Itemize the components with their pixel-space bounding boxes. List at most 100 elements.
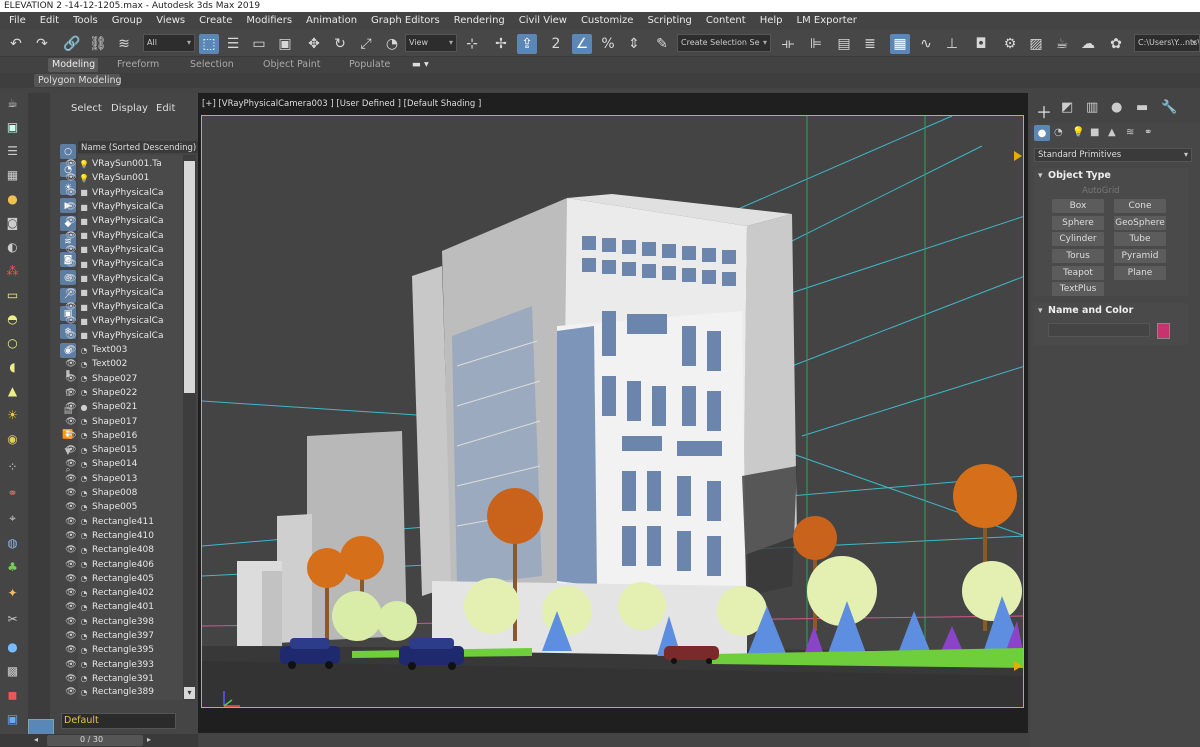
- menu-rendering[interactable]: Rendering: [447, 12, 512, 30]
- list-item[interactable]: 👁 ■ VRayPhysicalCa: [64, 257, 196, 271]
- time-prev-icon[interactable]: ◂: [34, 735, 38, 744]
- time-next-icon[interactable]: ▸: [147, 735, 151, 744]
- menu-lm-exporter[interactable]: LM Exporter: [790, 12, 864, 30]
- list-item[interactable]: 👁 ■ VRayPhysicalCa: [64, 214, 196, 228]
- textplus-button[interactable]: TextPlus: [1052, 282, 1104, 296]
- menu-create[interactable]: Create: [192, 12, 239, 30]
- list-item[interactable]: 👁 ■ VRayPhysicalCa: [64, 229, 196, 243]
- list-item[interactable]: 👁 ◔ Text003: [64, 343, 196, 357]
- menu-file[interactable]: File: [2, 12, 33, 30]
- explorer-column-header[interactable]: Name (Sorted Descending): [81, 143, 196, 153]
- display-icon[interactable]: ▣: [3, 709, 22, 728]
- list-item[interactable]: 👁 ◔ Rectangle401: [64, 600, 196, 614]
- edit-named-sel-icon[interactable]: ✎: [652, 34, 672, 54]
- systems-category-icon[interactable]: ⚭: [1144, 127, 1152, 138]
- menu-civil-view[interactable]: Civil View: [512, 12, 574, 30]
- move-icon[interactable]: ✥: [304, 34, 324, 54]
- list-item[interactable]: 👁 ◔ Rectangle402: [64, 586, 196, 600]
- keyboard-shortcut-icon[interactable]: ⇪: [517, 34, 537, 54]
- select-by-name-icon[interactable]: ☰: [223, 34, 243, 54]
- camera-icon[interactable]: ◙: [3, 213, 22, 232]
- lights-category-icon[interactable]: 💡: [1072, 127, 1084, 138]
- name-color-title[interactable]: Name and Color: [1048, 305, 1133, 316]
- tool-icon[interactable]: ✂: [3, 609, 22, 628]
- render-icon[interactable]: ☕: [1052, 34, 1072, 54]
- cylinder-button[interactable]: Cylinder: [1052, 232, 1104, 246]
- dots-icon[interactable]: ⁘: [3, 457, 22, 476]
- material-editor-icon[interactable]: ◘: [971, 34, 991, 54]
- utilities-tab-icon[interactable]: 🔧: [1161, 100, 1177, 115]
- list-item[interactable]: 👁 ◔ Rectangle410: [64, 529, 196, 543]
- cone-button[interactable]: Cone: [1114, 199, 1166, 213]
- list-item[interactable]: 👁 ◔ Rectangle389: [64, 686, 196, 698]
- object-type-title[interactable]: Object Type: [1048, 170, 1111, 181]
- layer-field[interactable]: Default: [64, 715, 99, 726]
- ribbon-toggle-icon[interactable]: ≣: [860, 34, 880, 54]
- menu-graph-editors[interactable]: Graph Editors: [364, 12, 447, 30]
- named-selection-dropdown[interactable]: Create Selection Se: [677, 34, 771, 52]
- list-item[interactable]: 👁 💡 VRaySun001: [64, 171, 196, 185]
- menu-tools[interactable]: Tools: [66, 12, 105, 30]
- list-item[interactable]: 👁 ■ VRayPhysicalCa: [64, 286, 196, 300]
- list-item[interactable]: 👁 💡 VRaySun001.Ta: [64, 157, 196, 171]
- percent-snap-icon[interactable]: %: [598, 34, 618, 54]
- render-iterative-icon[interactable]: ☁: [1078, 34, 1098, 54]
- hf-icon[interactable]: ✦: [3, 583, 22, 602]
- spacewarps-category-icon[interactable]: ≋: [1126, 127, 1134, 138]
- list-item[interactable]: 👁 ◔ Rectangle408: [64, 543, 196, 557]
- menu-content[interactable]: Content: [699, 12, 753, 30]
- torus-button[interactable]: Torus: [1052, 249, 1104, 263]
- menu-customize[interactable]: Customize: [574, 12, 641, 30]
- viewport-canvas[interactable]: [201, 115, 1024, 708]
- teapot-icon[interactable]: ☕: [3, 93, 22, 112]
- pivot-center-icon[interactable]: ⊹: [462, 34, 482, 54]
- material-ball-icon[interactable]: ●: [3, 637, 22, 656]
- list-item[interactable]: 👁 ◔ Shape016: [64, 429, 196, 443]
- list-item[interactable]: 👁 ◔ Shape008: [64, 486, 196, 500]
- menu-scripting[interactable]: Scripting: [640, 12, 698, 30]
- grid-icon[interactable]: ▦: [3, 165, 22, 184]
- select-manipulate-icon[interactable]: ✢: [491, 34, 511, 54]
- box-object-icon[interactable]: ▭: [3, 285, 22, 304]
- sphere-icon[interactable]: ◉: [3, 429, 22, 448]
- cylinder-icon[interactable]: ◖: [3, 357, 22, 376]
- modify-tab-icon[interactable]: ◩: [1061, 100, 1073, 115]
- network-icon[interactable]: ⌖: [3, 509, 22, 528]
- list-item[interactable]: 👁 ◔ Shape022: [64, 386, 196, 400]
- list-item[interactable]: 👁 ◔ Rectangle393: [64, 658, 196, 672]
- menu-animation[interactable]: Animation: [299, 12, 364, 30]
- list-item[interactable]: 👁 ◔ Rectangle406: [64, 557, 196, 571]
- list-item[interactable]: 👁 ◔ Text002: [64, 357, 196, 371]
- teapot-button[interactable]: Teapot: [1052, 266, 1104, 280]
- sphere-button[interactable]: Sphere: [1052, 216, 1104, 230]
- record-icon[interactable]: ◼: [3, 685, 22, 704]
- audio-icon[interactable]: ◐: [3, 237, 22, 256]
- place-icon[interactable]: ◔: [382, 34, 402, 54]
- list-item[interactable]: 👁 ◔ Shape027: [64, 372, 196, 386]
- sphere-object-icon[interactable]: ○: [3, 333, 22, 352]
- shapes-category-icon[interactable]: ◔: [1054, 127, 1063, 138]
- layer-explorer-icon[interactable]: ▤: [834, 34, 854, 54]
- list-item[interactable]: 👁 ● Shape021: [64, 400, 196, 414]
- geometry-category-icon[interactable]: ●: [1034, 125, 1050, 141]
- spinner-snap-icon[interactable]: ⇕: [624, 34, 644, 54]
- list-item[interactable]: 👁 ◔ Shape013: [64, 472, 196, 486]
- tab-populate[interactable]: Populate: [349, 57, 390, 73]
- pyramid-button[interactable]: Pyramid: [1114, 249, 1166, 263]
- list-item[interactable]: 👁 ■ VRayPhysicalCa: [64, 271, 196, 285]
- select-object-icon[interactable]: ⬚: [199, 34, 219, 54]
- list-item[interactable]: 👁 ◔ Rectangle391: [64, 672, 196, 686]
- sun-icon[interactable]: ☀: [3, 405, 22, 424]
- list-item[interactable]: 👁 ◔ Rectangle397: [64, 629, 196, 643]
- list-item[interactable]: 👁 ■ VRayPhysicalCa: [64, 329, 196, 343]
- render-frame-icon[interactable]: ▣: [3, 117, 22, 136]
- particle-icon[interactable]: ⁂: [3, 261, 22, 280]
- list-item[interactable]: 👁 ◔ Shape015: [64, 443, 196, 457]
- menu-group[interactable]: Group: [105, 12, 149, 30]
- explorer-tab-display[interactable]: Display: [111, 103, 148, 114]
- bone-icon[interactable]: ⚭: [3, 483, 22, 502]
- list-item[interactable]: 👁 ◔ Rectangle395: [64, 643, 196, 657]
- tab-object-paint[interactable]: Object Paint: [263, 57, 320, 73]
- create-tab-icon[interactable]: ＋: [1036, 99, 1052, 123]
- scene-explorer-icon[interactable]: ▦: [890, 34, 910, 54]
